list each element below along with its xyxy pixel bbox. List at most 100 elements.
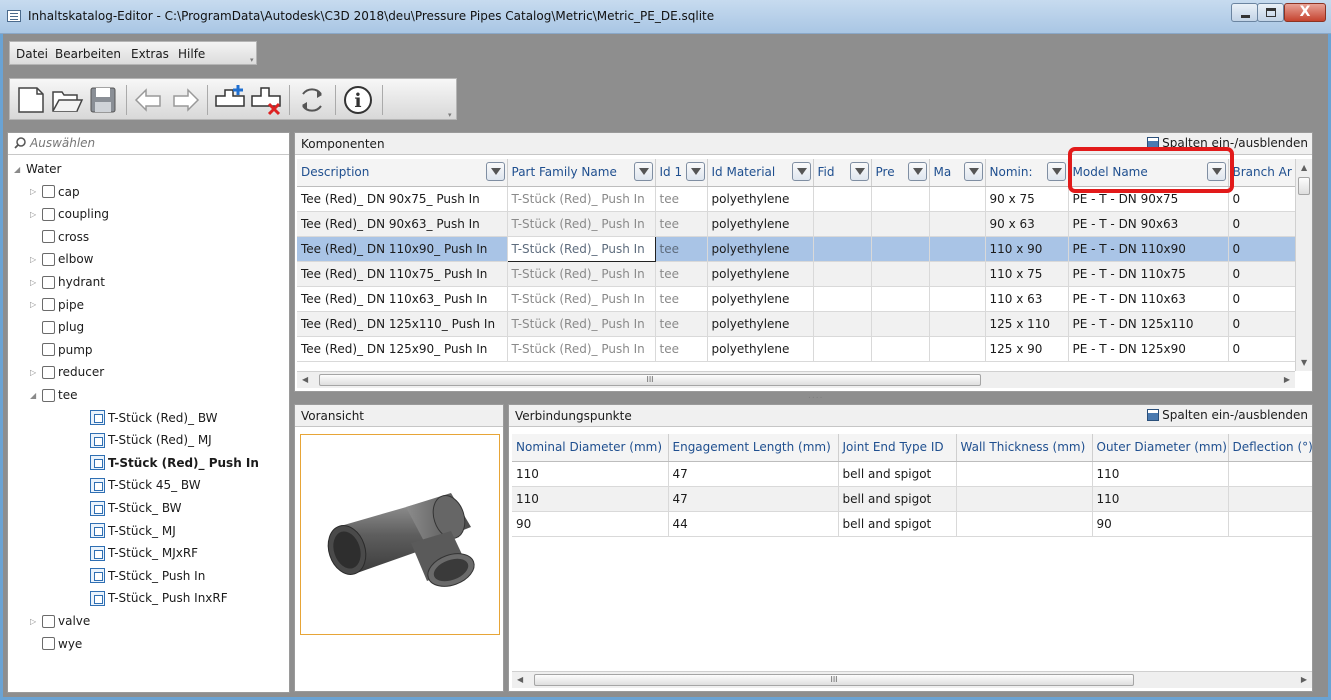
table-row[interactable]: Tee (Red)_ DN 110x75_ Push In T-Stück (Re… [297,261,1297,287]
tree-item-folder[interactable]: ▷ elbow [30,248,94,270]
undo-icon[interactable] [132,84,166,116]
column-header[interactable]: Engagement Length (mm) [668,434,839,462]
scroll-up-icon[interactable]: ▲ [1301,163,1307,172]
table-cell[interactable] [929,336,986,362]
horizontal-splitter-grip[interactable]: .... [808,391,823,401]
table-cell[interactable]: polyethylene [707,186,814,212]
add-part-icon[interactable] [213,84,247,116]
table-cell[interactable]: 47 [668,461,839,487]
table-cell[interactable]: Tee (Red)_ DN 90x75_ Push In [297,186,508,212]
connections-hscroll[interactable]: ◀ III ▶ [512,671,1312,688]
tree-item-part[interactable]: T-Stück_ BW [90,497,182,519]
menubar-grip-icon[interactable]: ▾ [250,56,256,64]
table-cell[interactable] [813,286,872,312]
table-row[interactable]: Tee (Red)_ DN 90x63_ Push In T-Stück (Red… [297,211,1297,237]
expand-arrow-icon[interactable]: ▷ [30,255,42,264]
table-cell[interactable] [1228,511,1312,537]
table-cell[interactable]: Tee (Red)_ DN 110x75_ Push In [297,261,508,287]
tree-item-folder[interactable]: ▷ valve [30,610,90,632]
column-header[interactable]: Wall Thickness (mm) [956,434,1093,462]
components-hscroll[interactable]: ◀ III ▶ [297,371,1295,388]
maximize-button[interactable] [1257,3,1284,22]
tree-item-folder[interactable]: ◢ tee [30,384,77,406]
table-cell[interactable]: tee [655,311,708,337]
table-cell[interactable]: 47 [668,486,839,512]
column-header[interactable]: Part Family Name [507,159,656,187]
column-header[interactable]: Description [297,159,508,187]
table-cell[interactable]: Tee (Red)_ DN 90x63_ Push In [297,211,508,237]
table-cell[interactable]: PE - T - DN 125x90 [1068,336,1229,362]
table-cell[interactable]: 0 [1228,336,1297,362]
table-cell[interactable]: tee [655,261,708,287]
table-cell[interactable]: polyethylene [707,211,814,237]
expand-arrow-icon[interactable]: ▷ [30,300,42,309]
tree-item-folder[interactable]: ▷ hydrant [30,271,105,293]
table-cell[interactable]: T-Stück (Red)_ Push In [507,311,656,337]
column-header[interactable]: Pre [871,159,930,187]
table-cell[interactable] [871,311,930,337]
filter-icon[interactable] [791,162,811,181]
table-cell[interactable]: T-Stück (Red)_ Push In [506,235,656,262]
column-header[interactable]: Fid [813,159,872,187]
table-cell[interactable]: polyethylene [707,286,814,312]
table-cell[interactable] [929,261,986,287]
table-cell[interactable]: 44 [668,511,839,537]
tree-item-part[interactable]: T-Stück_ MJxRF [90,542,198,564]
table-cell[interactable]: PE - T - DN 125x110 [1068,311,1229,337]
search-input[interactable]: Auswählen [8,133,289,155]
table-cell[interactable]: 0 [1228,186,1297,212]
filter-icon[interactable] [849,162,869,181]
delete-part-icon[interactable] [249,84,283,116]
filter-icon[interactable] [963,162,983,181]
table-cell[interactable] [929,286,986,312]
expand-arrow-icon[interactable]: ▷ [30,617,42,626]
expand-arrow-icon[interactable]: ▷ [30,278,42,287]
scroll-left-icon[interactable]: ◀ [302,375,308,384]
table-cell[interactable]: T-Stück (Red)_ Push In [507,261,656,287]
table-cell[interactable]: PE - T - DN 110x63 [1068,286,1229,312]
tree-item-part[interactable]: T-Stück 45_ BW [90,474,201,496]
table-cell[interactable]: 110 x 63 [985,286,1069,312]
table-cell[interactable]: 110 x 75 [985,261,1069,287]
new-icon[interactable] [14,84,48,116]
scroll-right-icon[interactable]: ▶ [1284,375,1290,384]
expand-arrow-icon[interactable]: ◢ [30,391,42,400]
tree-item-part[interactable]: T-Stück (Red)_ Push In [90,452,259,474]
info-icon[interactable]: i [341,84,375,116]
scroll-down-icon[interactable]: ▼ [1301,358,1307,367]
tree-item-part[interactable]: T-Stück_ Push In [90,565,205,587]
table-cell[interactable] [1228,461,1312,487]
close-button[interactable]: X [1284,3,1326,22]
table-cell[interactable] [871,211,930,237]
table-row[interactable]: 90 44 bell and spigot 90 [512,511,1312,537]
table-row[interactable]: Tee (Red)_ DN 125x110_ Push In T-Stück (R… [297,311,1297,337]
table-cell[interactable]: 125 x 90 [985,336,1069,362]
column-header[interactable]: Outer Diameter (mm) [1092,434,1229,462]
menu-bearbeiten[interactable]: Bearbeiten [55,47,121,61]
table-cell[interactable] [871,286,930,312]
toolbar-grip-icon[interactable]: ▾ [448,111,454,119]
scroll-left-icon[interactable]: ◀ [517,675,523,684]
table-cell[interactable]: T-Stück (Red)_ Push In [507,286,656,312]
tree-item-part[interactable]: T-Stück (Red)_ MJ [90,429,212,451]
table-cell[interactable] [871,336,930,362]
tree-item-root[interactable]: ◢ Water [14,158,61,180]
column-header[interactable]: Ma [929,159,986,187]
hscroll-thumb[interactable]: III [534,674,1134,686]
table-cell[interactable]: 110 [1092,486,1229,512]
table-row[interactable]: 110 47 bell and spigot 110 [512,461,1312,487]
tree-item-folder[interactable]: pump [30,339,93,361]
table-cell[interactable] [1228,486,1312,512]
table-cell[interactable] [813,236,872,262]
table-cell[interactable]: 90 x 75 [985,186,1069,212]
table-cell[interactable]: tee [655,236,708,262]
column-header[interactable]: Id Material [707,159,814,187]
table-cell[interactable]: Tee (Red)_ DN 110x90_ Push In [297,236,508,262]
table-cell[interactable]: T-Stück (Red)_ Push In [507,336,656,362]
open-icon[interactable] [50,84,84,116]
column-header[interactable]: Joint End Type ID [838,434,957,462]
refresh-icon[interactable] [295,84,329,116]
table-cell[interactable]: 110 [512,486,669,512]
table-cell[interactable]: PE - T - DN 90x63 [1068,211,1229,237]
column-header[interactable]: Branch Ar [1228,159,1297,187]
